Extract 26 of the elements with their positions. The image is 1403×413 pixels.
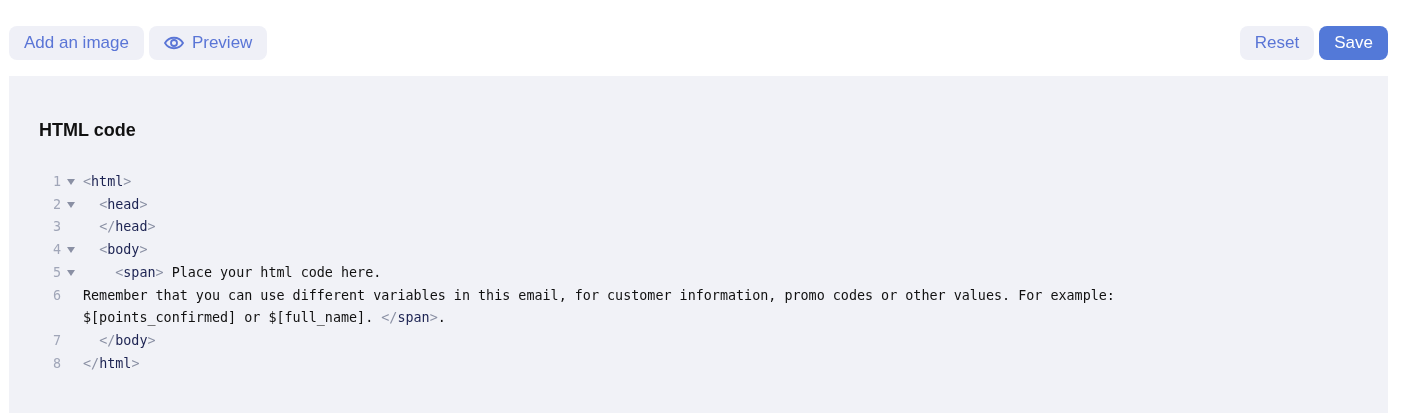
line-number: 2 [52,195,61,214]
code-line: <body> [98,241,149,260]
code-line: <head> [98,195,149,214]
line-number: 6 [52,286,61,305]
code-line: <span> Place your html code here. [114,263,383,282]
save-button[interactable]: Save [1319,26,1388,60]
code-line: </html> [83,354,141,373]
preview-button[interactable]: Preview [148,26,268,60]
line-number: 8 [52,354,61,373]
line-number: 5 [52,263,61,282]
eye-icon [163,36,184,50]
code-line: </body> [98,331,157,350]
fold-arrow-icon[interactable] [67,247,75,254]
line-number: 7 [52,331,61,350]
editor-title: HTML code [39,120,137,141]
code-line: Remember that you can use different variables in this email, for customer information, promo codes or other values. For example: $[points_confirmed] or $[full_name]. </span>. [83,286,1116,328]
reset-button[interactable]: Reset [1239,26,1315,60]
fold-arrow-icon[interactable] [67,179,75,186]
add-image-button[interactable]: Add an image [9,26,144,60]
code-line: <html> [83,173,133,191]
line-number: 1 [52,173,61,191]
line-number: 4 [52,241,61,260]
line-number: 3 [52,218,61,237]
fold-arrow-icon[interactable] [67,270,75,277]
fold-arrow-icon[interactable] [67,202,75,209]
code-line: </head> [98,218,157,237]
